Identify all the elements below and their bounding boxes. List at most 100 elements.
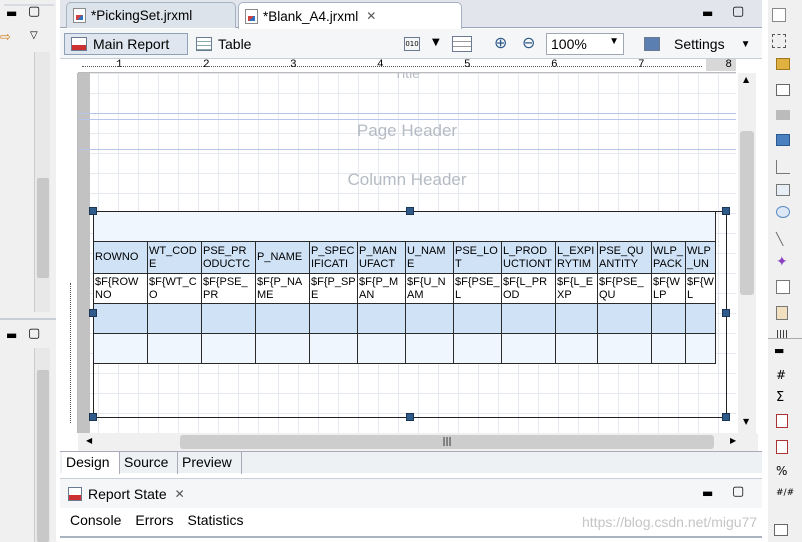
resize-handle[interactable]: [722, 207, 730, 215]
empty-cell[interactable]: [453, 333, 502, 364]
resize-handle[interactable]: [89, 413, 97, 421]
zoom-out-icon[interactable]: ⊖: [522, 33, 535, 52]
design-canvas[interactable]: Title Page Header Column Header ROWNO WT_…: [78, 73, 736, 433]
minimize-icon[interactable]: ▬: [6, 6, 17, 20]
close-icon[interactable]: ✕: [366, 9, 376, 23]
resize-handle[interactable]: [406, 207, 414, 215]
empty-cell[interactable]: [255, 303, 310, 334]
empty-cell[interactable]: [651, 333, 686, 364]
empty-cell[interactable]: [309, 333, 358, 364]
frame-icon[interactable]: [776, 280, 790, 294]
left-scrollbar[interactable]: [34, 52, 50, 312]
label-icon[interactable]: [776, 110, 790, 120]
resize-handle[interactable]: [89, 207, 97, 215]
ellipse-icon[interactable]: [776, 206, 790, 218]
chevron-down-icon[interactable]: ▼: [741, 39, 751, 50]
field-cell[interactable]: $F{ROWNO: [93, 273, 148, 304]
column-header-cell[interactable]: L_EXPIRYTIM: [555, 241, 598, 274]
empty-cell[interactable]: [201, 303, 256, 334]
field-cell[interactable]: $F{U_NAM: [405, 273, 454, 304]
field-cell[interactable]: $F{WT_CO: [147, 273, 202, 304]
chevron-down-icon[interactable]: ▽: [30, 30, 38, 41]
image-icon[interactable]: [776, 134, 790, 146]
column-header-cell[interactable]: PSE_QUANTITY: [597, 241, 652, 274]
tab-blank-a4[interactable]: *Blank_A4.jrxml ✕: [238, 2, 462, 29]
empty-cell[interactable]: [255, 333, 310, 364]
binary-icon[interactable]: 010: [404, 37, 420, 51]
chevron-down-icon[interactable]: ▼: [609, 36, 619, 47]
empty-cell[interactable]: [147, 333, 202, 364]
field-cell[interactable]: $F{PSE_QU: [597, 273, 652, 304]
vertical-scrollbar[interactable]: ▲ ▼: [738, 73, 756, 433]
line-icon[interactable]: [776, 160, 790, 174]
horizontal-scrollbar[interactable]: ◀ ||| ▶: [78, 433, 758, 451]
resize-handle[interactable]: [722, 413, 730, 421]
tab-design[interactable]: Design: [62, 452, 120, 474]
empty-cell[interactable]: [357, 303, 406, 334]
scroll-left-icon[interactable]: ◀: [86, 436, 92, 445]
empty-cell[interactable]: [501, 333, 556, 364]
scroll-right-icon[interactable]: ▶: [730, 436, 736, 445]
zoom-select[interactable]: 100% ▼: [546, 33, 624, 55]
empty-cell[interactable]: [651, 303, 686, 334]
folder-icon[interactable]: [776, 58, 790, 70]
column-header-cell[interactable]: U_NAME: [405, 241, 454, 274]
empty-cell[interactable]: [405, 303, 454, 334]
empty-cell[interactable]: [453, 303, 502, 334]
close-icon[interactable]: ✕: [175, 487, 185, 501]
field-cell[interactable]: $F{WLP: [651, 273, 686, 304]
column-header-cell[interactable]: PSE_LOT: [453, 241, 502, 274]
column-header-cell[interactable]: P_SPECIFICATI: [309, 241, 358, 274]
minimize-icon[interactable]: ▬: [774, 344, 784, 357]
sum-icon[interactable]: Σ: [776, 390, 784, 405]
tab-statistics[interactable]: Statistics: [188, 512, 244, 532]
rectangle-icon[interactable]: [776, 184, 790, 196]
scroll-up-icon[interactable]: ▲: [743, 75, 749, 84]
date-icon[interactable]: [776, 414, 788, 428]
chevron-down-icon[interactable]: ▼: [432, 37, 440, 48]
empty-cell[interactable]: [555, 303, 598, 334]
column-header-cell[interactable]: P_MANUFACT: [357, 241, 406, 274]
column-header-cell[interactable]: WLP_PACK: [651, 241, 686, 274]
minimize-icon[interactable]: ▬: [6, 328, 17, 342]
maximize-icon[interactable]: ▢: [28, 4, 40, 19]
tab-console[interactable]: Console: [70, 512, 121, 532]
tab-errors[interactable]: Errors: [135, 512, 173, 532]
tab-report-state[interactable]: Report State ✕: [60, 481, 210, 507]
empty-cell[interactable]: [93, 303, 148, 334]
column-header-cell[interactable]: PSE_PRODUCTC: [201, 241, 256, 274]
percentage-icon[interactable]: %: [776, 464, 787, 478]
sync-icon[interactable]: ⇨: [0, 30, 11, 45]
empty-cell[interactable]: [357, 333, 406, 364]
time-icon[interactable]: [776, 440, 788, 454]
empty-cell[interactable]: [685, 303, 716, 334]
table-button[interactable]: Table: [190, 33, 268, 55]
resize-handle[interactable]: [722, 309, 730, 317]
column-header-cell[interactable]: ROWNO: [93, 241, 148, 274]
page-number-icon[interactable]: #: [776, 368, 786, 382]
minimize-icon[interactable]: ▬: [702, 6, 713, 20]
column-header-cell[interactable]: WLP_UN: [685, 241, 716, 274]
field-cell[interactable]: $F{WL: [685, 273, 716, 304]
minimize-icon[interactable]: ▬: [702, 486, 713, 500]
resize-handle[interactable]: [406, 413, 414, 421]
tab-pickingset[interactable]: *PickingSet.jrxml: [66, 2, 236, 28]
field-cell[interactable]: $F{PSE_PR: [201, 273, 256, 304]
empty-cell[interactable]: [597, 303, 652, 334]
empty-cell[interactable]: [309, 303, 358, 334]
scroll-down-icon[interactable]: ▼: [743, 417, 749, 426]
crosstab-icon[interactable]: ✦: [776, 254, 788, 270]
diagonal-line-icon[interactable]: ╲: [776, 232, 783, 246]
tab-preview[interactable]: Preview: [178, 452, 242, 474]
left-scrollbar-lower[interactable]: [34, 348, 50, 542]
column-header-cell[interactable]: L_PRODUCTIONT: [501, 241, 556, 274]
field-cell[interactable]: $F{P_MAN: [357, 273, 406, 304]
empty-cell[interactable]: [93, 333, 148, 364]
palette-icon[interactable]: [772, 8, 786, 22]
empty-cell[interactable]: [685, 333, 716, 364]
field-cell[interactable]: $F{P_SPE: [309, 273, 358, 304]
maximize-icon[interactable]: ▢: [732, 484, 744, 499]
resize-handle[interactable]: [89, 309, 97, 317]
field-cell[interactable]: $F{PSE_L: [453, 273, 502, 304]
select-icon[interactable]: [772, 34, 786, 48]
